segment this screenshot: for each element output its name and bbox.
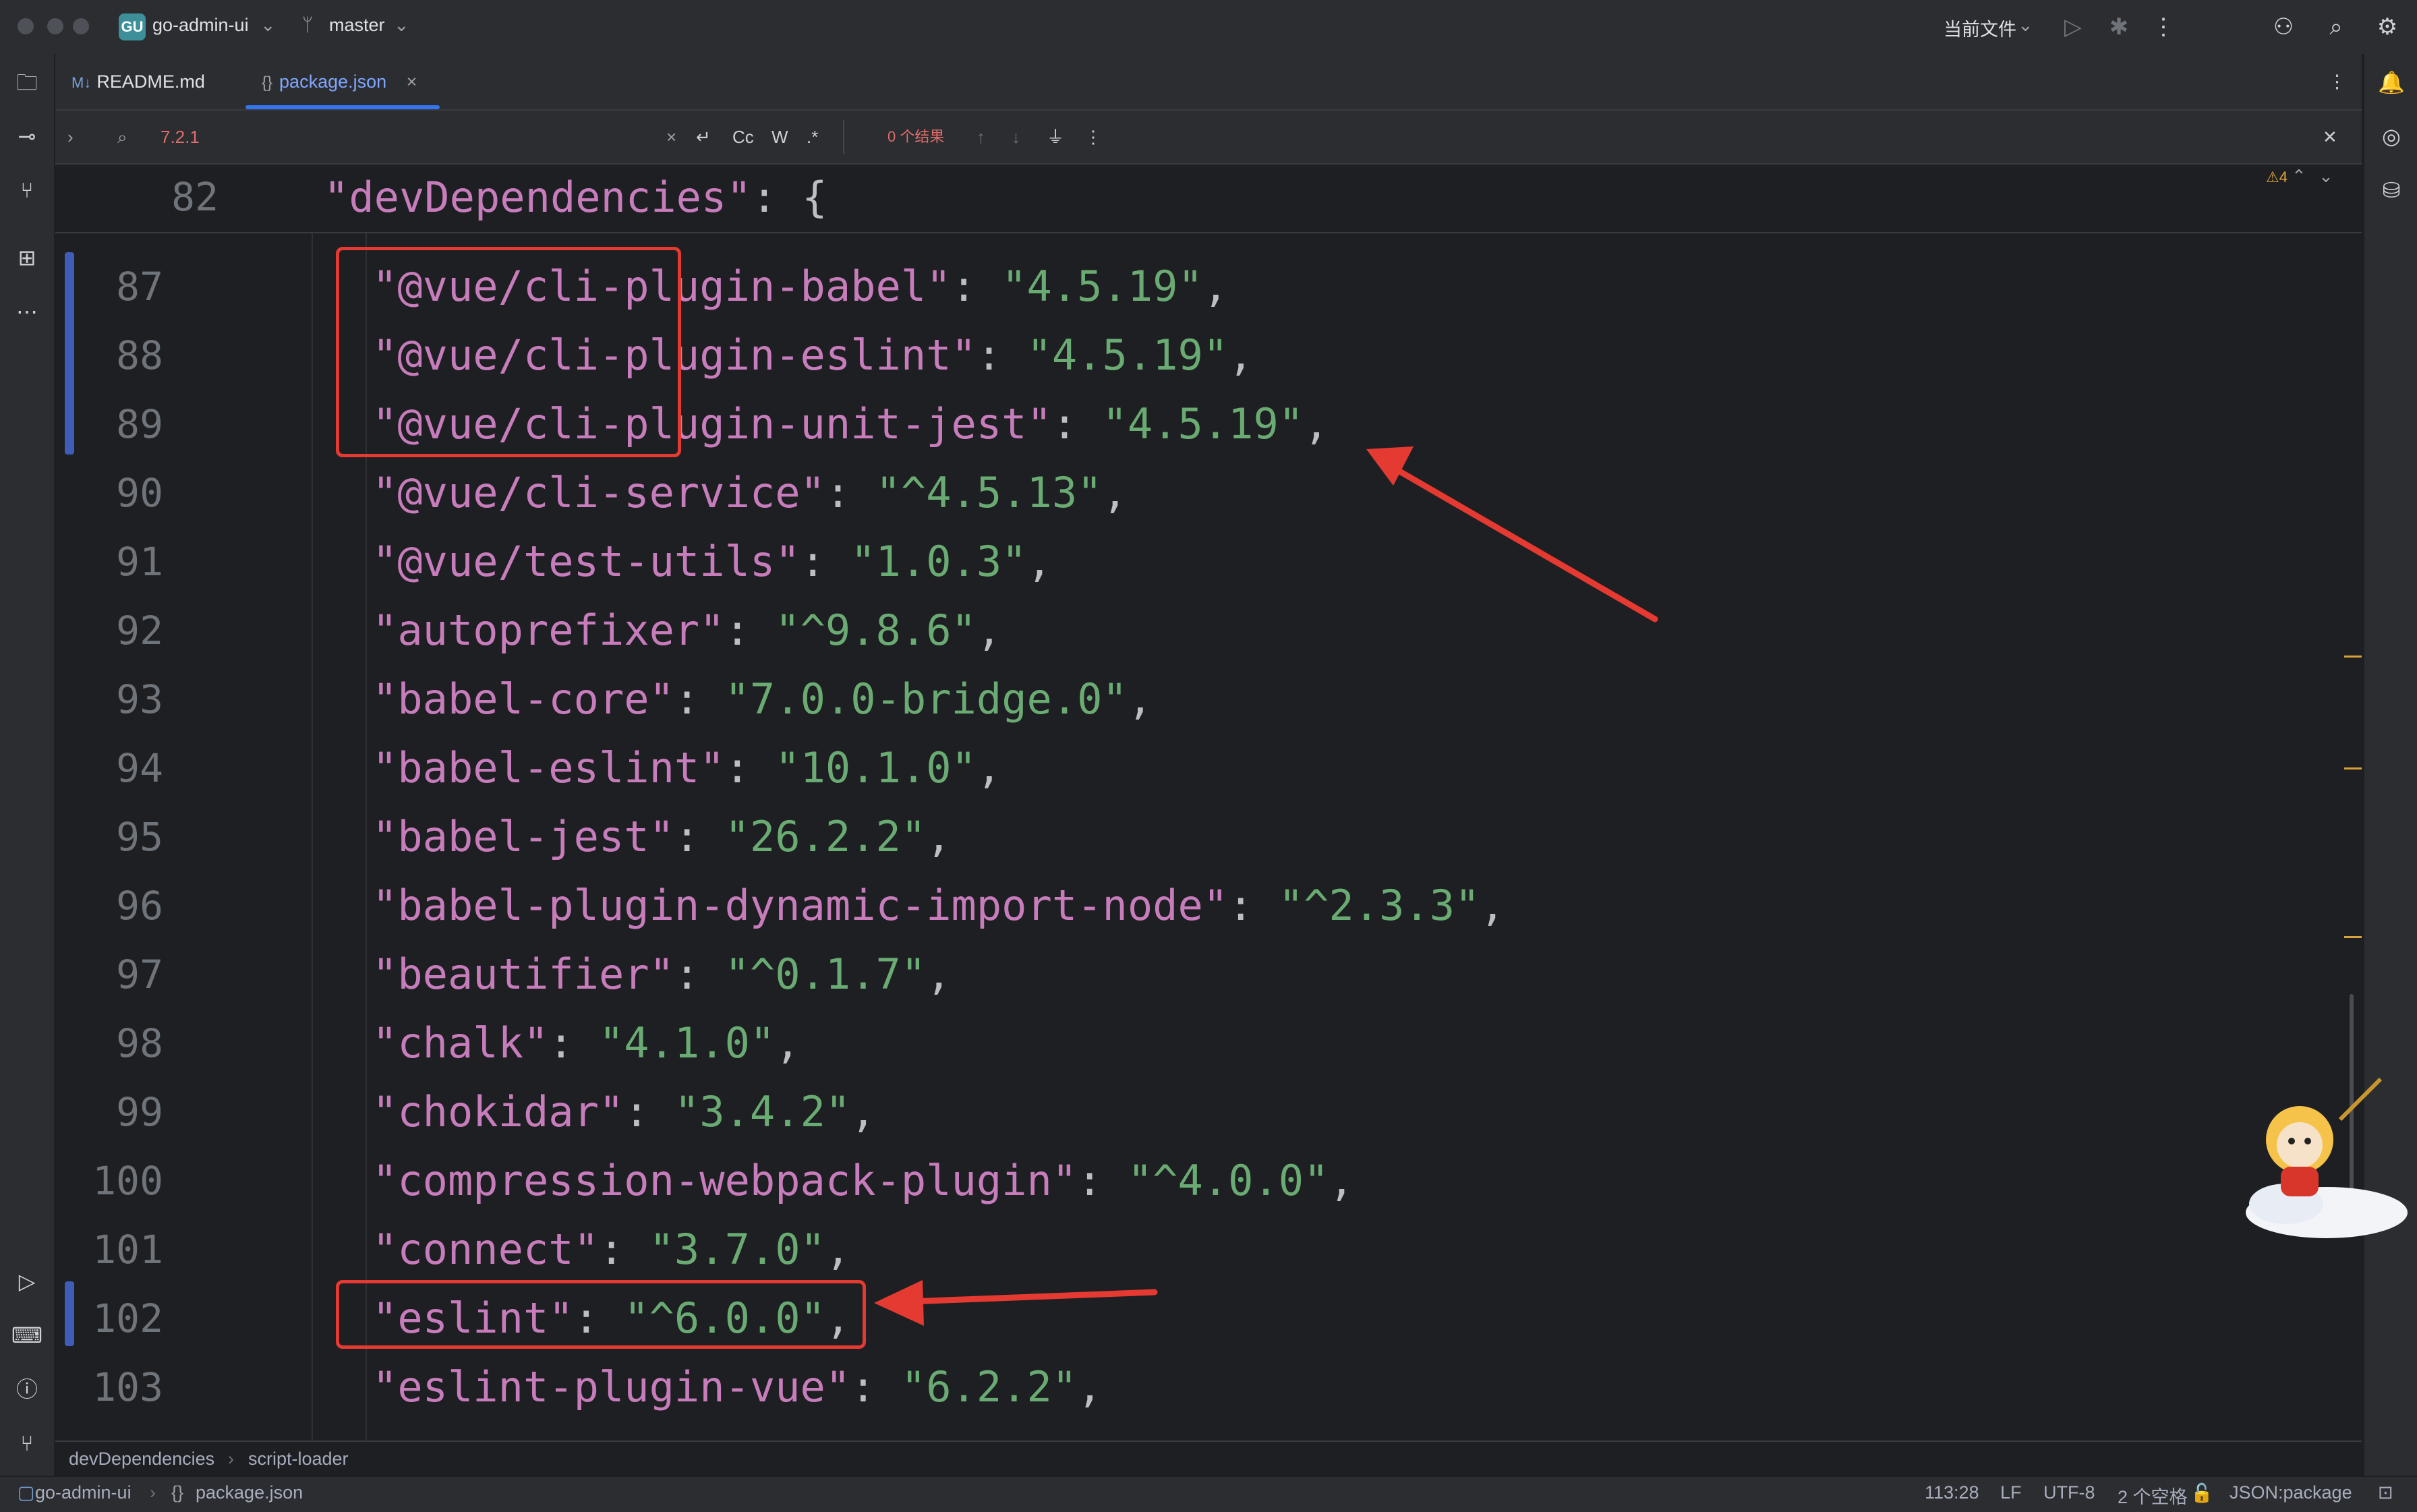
caret-position[interactable]: 113:28 <box>1925 1482 1979 1503</box>
breadcrumb: devDependencies › script-loader <box>55 1441 2362 1477</box>
file-encoding[interactable]: UTF-8 <box>2043 1482 2095 1503</box>
breadcrumb-item[interactable]: script-loader <box>248 1449 349 1470</box>
line-separator[interactable]: LF <box>2000 1482 2022 1503</box>
indent-setting[interactable]: 2 个空格 <box>2118 1482 2188 1509</box>
json-file-icon: {} <box>171 1482 184 1503</box>
file-type-schema[interactable]: JSON:package <box>2230 1482 2352 1503</box>
breadcrumb-separator-icon: › <box>228 1449 234 1469</box>
lock-icon[interactable]: 🔓 <box>2190 1482 2213 1504</box>
mascot-illustration <box>2246 1077 2408 1238</box>
annotation-arrows <box>874 446 1658 1326</box>
breadcrumb-item[interactable]: devDependencies <box>69 1449 214 1470</box>
status-bar: ▢ go-admin-ui › {} package.json 113:28 L… <box>0 1476 2417 1512</box>
status-file[interactable]: package.json <box>196 1482 303 1503</box>
lock-icon[interactable]: ⊡ <box>2378 1482 2393 1503</box>
status-project[interactable]: go-admin-ui <box>35 1482 132 1503</box>
project-icon: ▢ <box>18 1482 35 1503</box>
breadcrumb-separator-icon: › <box>150 1482 156 1503</box>
